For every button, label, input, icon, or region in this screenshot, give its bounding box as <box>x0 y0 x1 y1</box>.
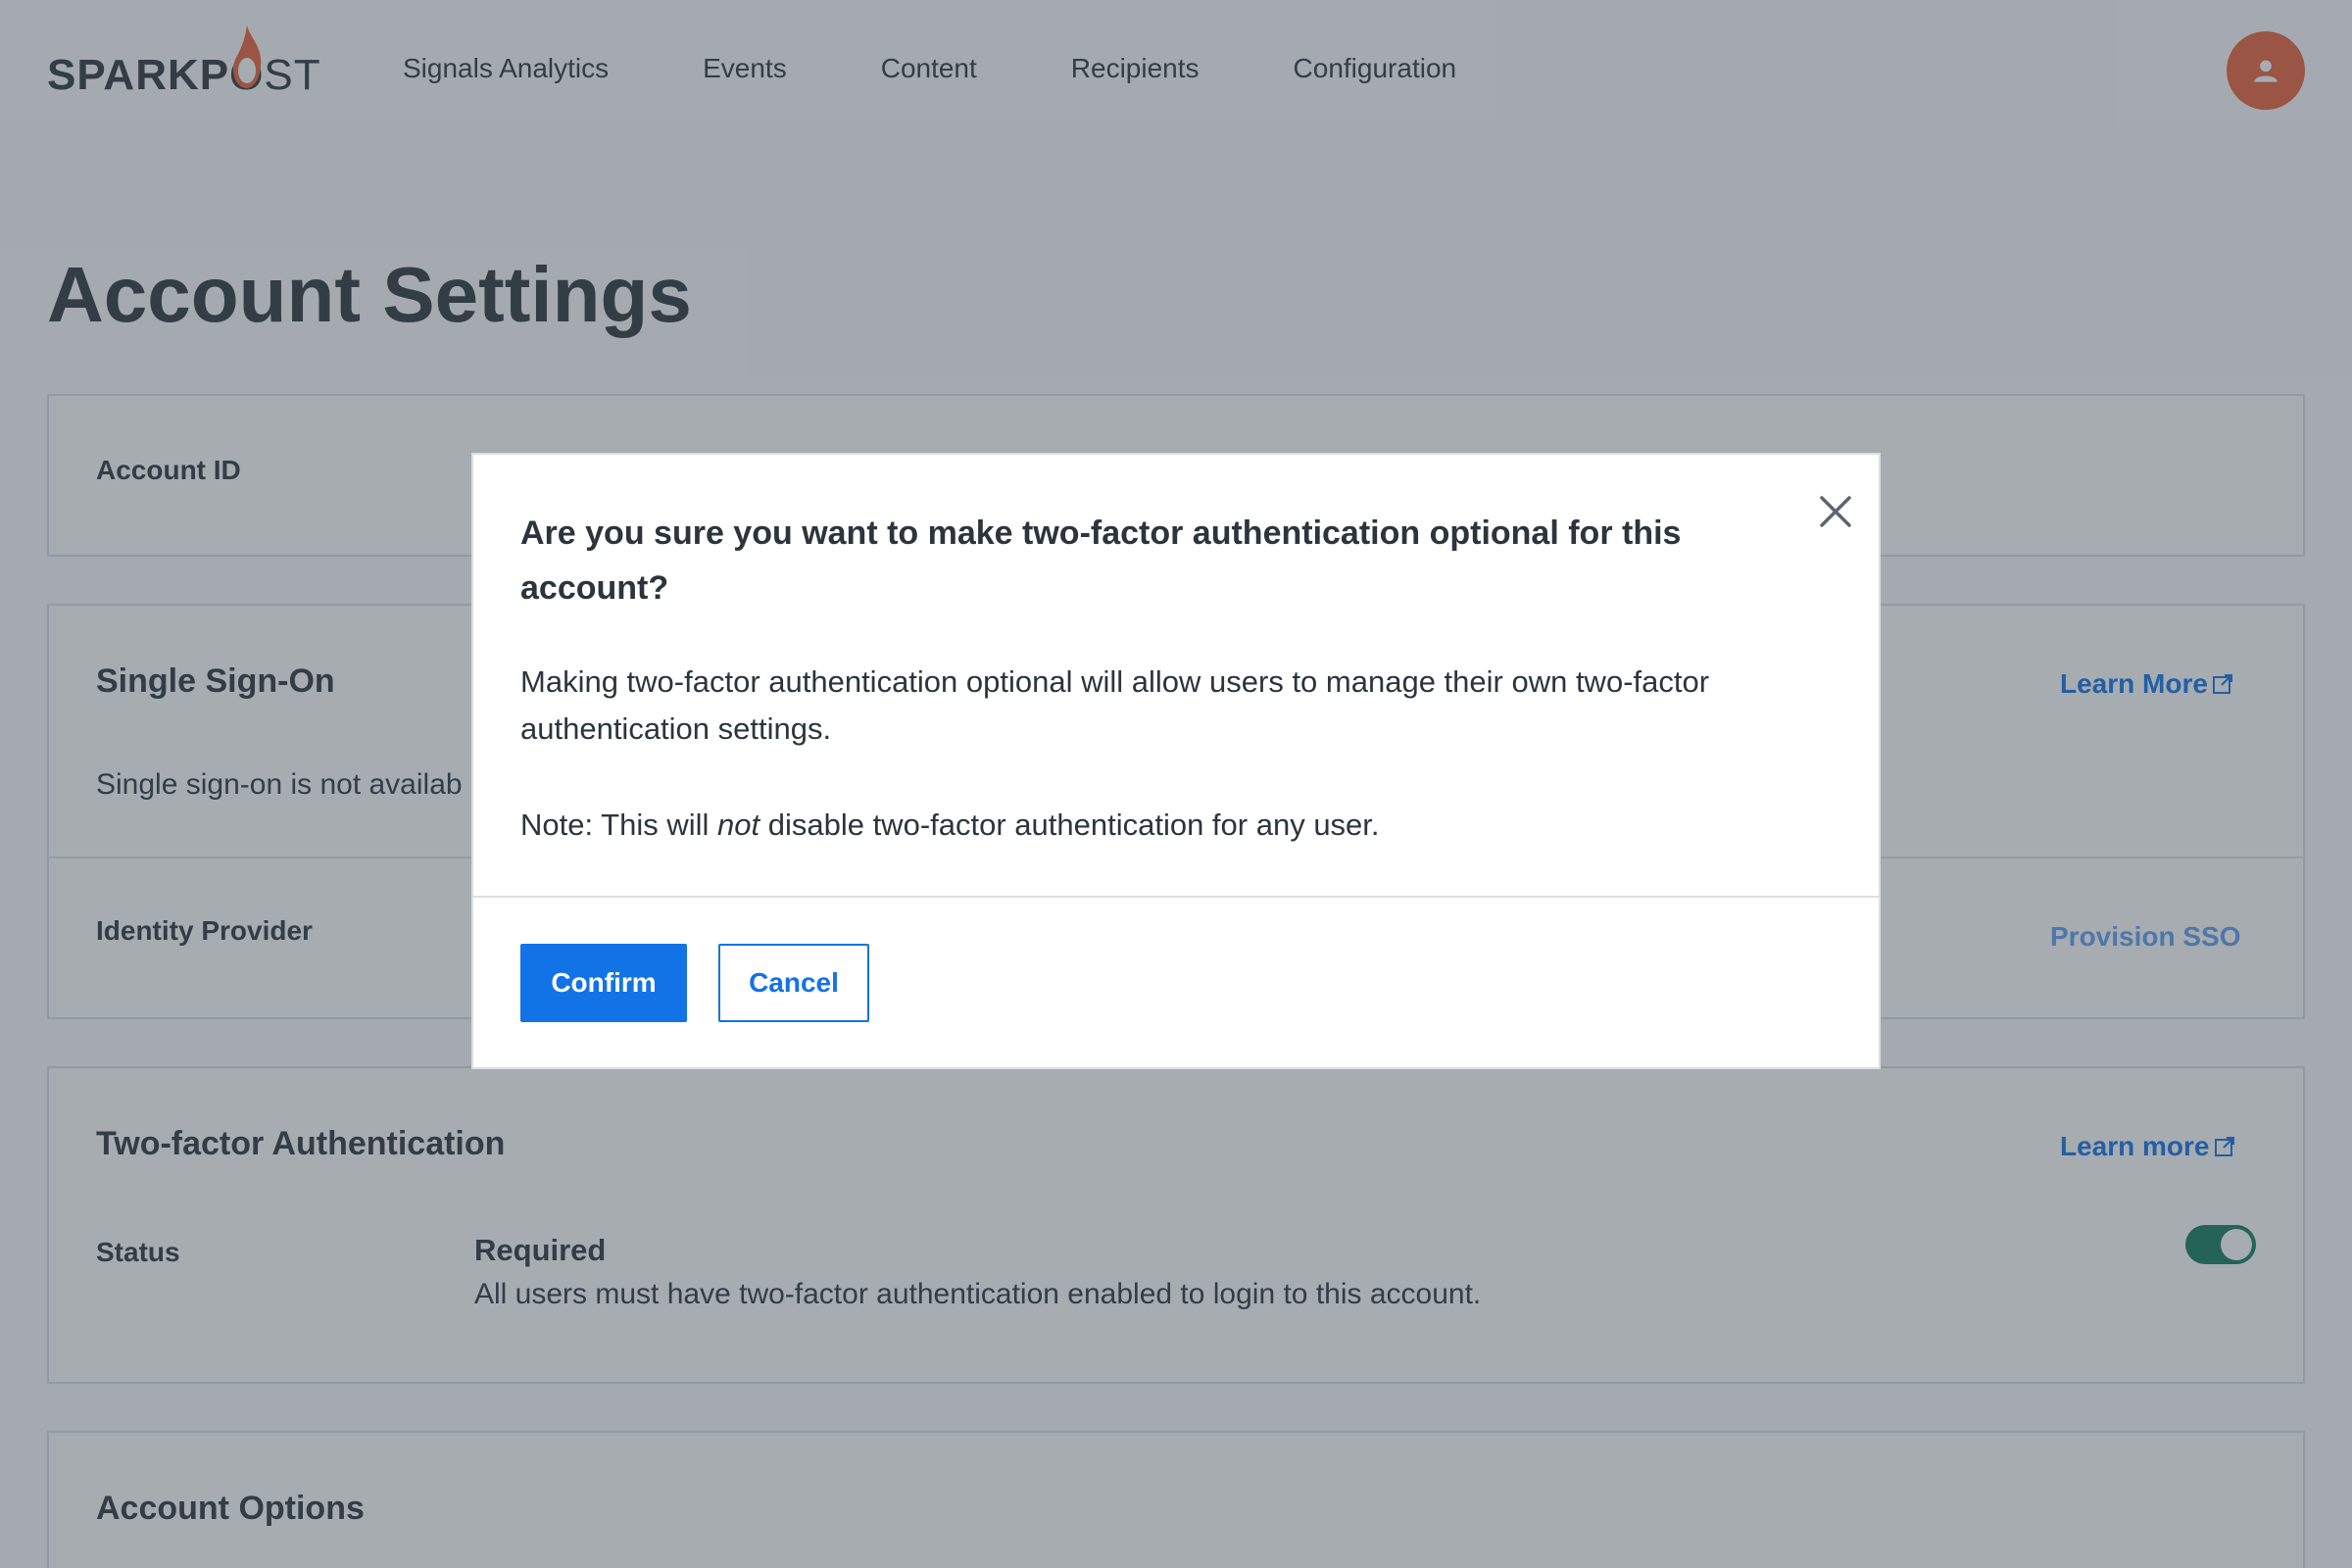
close-icon[interactable] <box>1814 490 1857 533</box>
modal-note: Note: This will not disable two-factor a… <box>520 808 1380 843</box>
confirm-modal: Are you sure you want to make two-factor… <box>471 453 1881 1069</box>
modal-body-text: Making two-factor authentication optiona… <box>520 664 1710 746</box>
modal-footer-divider <box>473 896 1879 898</box>
modal-title: Are you sure you want to make two-factor… <box>520 514 1682 607</box>
modal-note-suffix: disable two-factor authentication for an… <box>760 808 1380 842</box>
modal-note-emphasis: not <box>717 808 760 842</box>
cancel-button[interactable]: Cancel <box>718 944 869 1022</box>
confirm-button[interactable]: Confirm <box>520 944 687 1022</box>
modal-note-prefix: Note: This will <box>520 808 717 842</box>
